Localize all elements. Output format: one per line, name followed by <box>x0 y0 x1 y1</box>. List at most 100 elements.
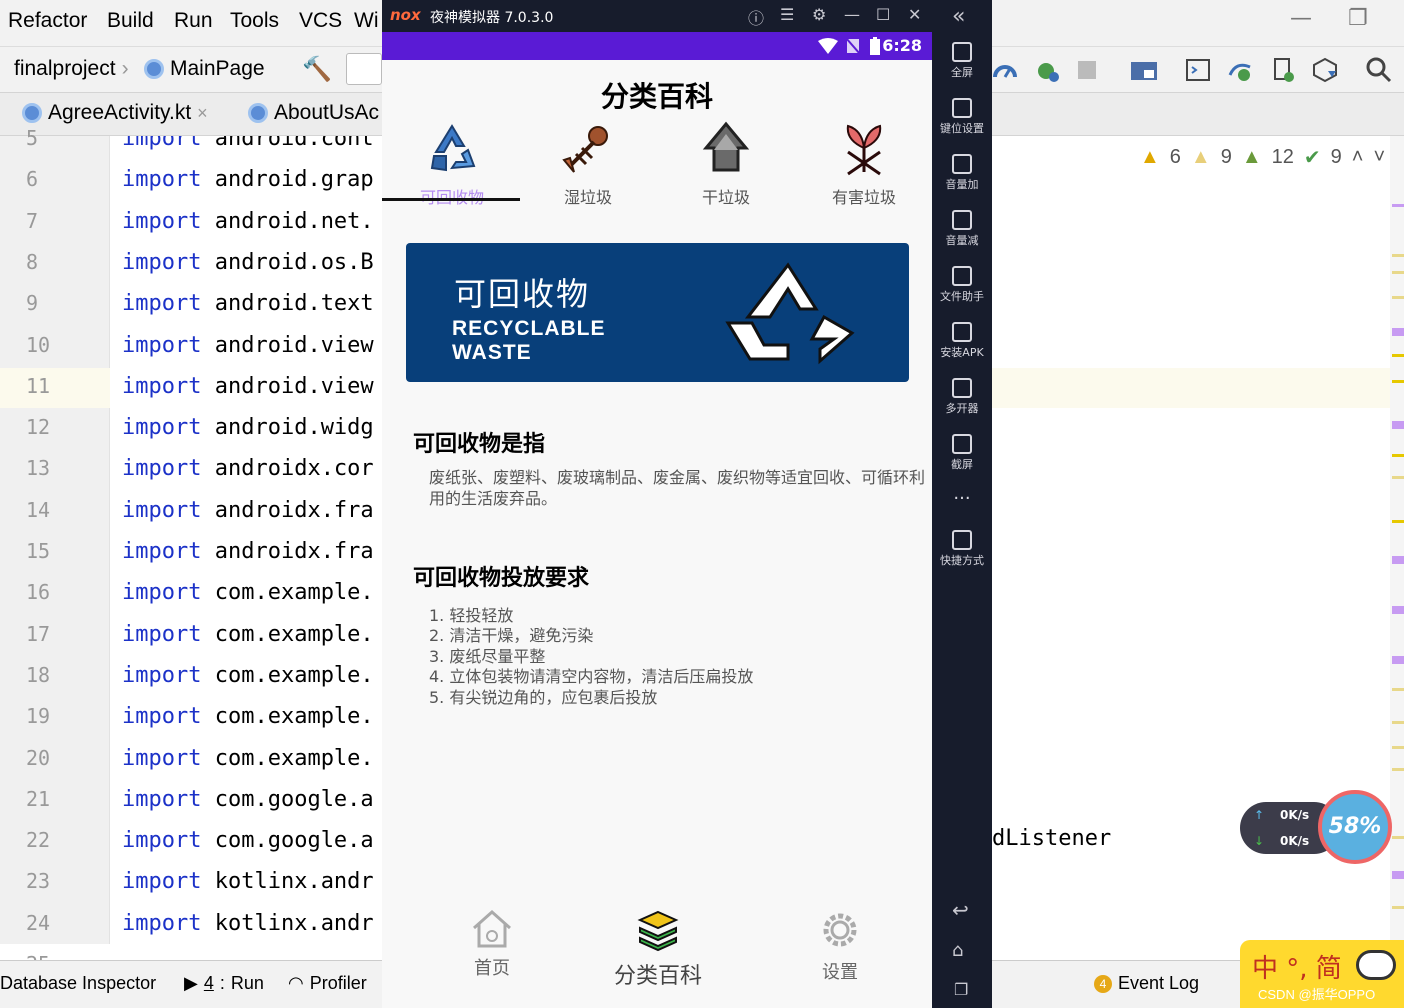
volume-up-button[interactable]: 音量加 <box>932 154 992 192</box>
recent-apps-icon[interactable]: ❐ <box>954 980 968 999</box>
code-text: kotlinx.andr <box>201 910 374 936</box>
restore-icon[interactable]: ❐ <box>1348 6 1368 31</box>
input-method-bar[interactable]: 中 °, 简 CSDN @振华OPPO <box>1240 940 1404 1008</box>
code-line: import androidx.cor <box>122 456 374 486</box>
run-tool-button[interactable]: ▶ 4: Run <box>184 973 264 994</box>
project-structure-icon[interactable] <box>1130 58 1158 82</box>
emulator-title: 夜神模拟器 7.0.3.0 <box>430 10 554 26</box>
menu-run[interactable]: Run <box>174 9 213 33</box>
volume-down-icon <box>952 210 972 230</box>
sidebar-label: 音量加 <box>945 178 979 191</box>
keyword: import <box>122 539 202 564</box>
sync-icon[interactable] <box>1226 57 1254 83</box>
current-line-highlight <box>992 368 1392 408</box>
chevron-up-icon[interactable]: ˄ <box>1352 146 1364 169</box>
code-text: androidx.fra <box>201 539 374 564</box>
debug-icon[interactable] <box>1034 57 1060 83</box>
line-number: 6 <box>26 167 39 192</box>
menu-icon[interactable]: ☰ <box>780 5 794 24</box>
settings-icon[interactable]: ⚙ <box>812 5 826 24</box>
tab-agree-activity[interactable]: AgreeActivity.kt × <box>22 101 208 125</box>
minimize-icon[interactable]: — <box>844 5 860 24</box>
fullscreen-icon <box>952 42 972 62</box>
network-speed-widget[interactable]: ↑ 0K/s ↓ 0K/s 58% <box>1240 790 1395 866</box>
more-button[interactable]: ··· <box>932 488 992 509</box>
emulator-sidebar: « 全屏 键位设置 音量加 音量减 文件助手 安装APK 多开器 截屏 ··· … <box>932 0 992 1008</box>
keyword: import <box>122 373 202 399</box>
maximize-icon[interactable]: ☐ <box>876 5 890 24</box>
menu-tools[interactable]: Tools <box>230 9 279 33</box>
line-number: 13 <box>26 456 51 481</box>
menu-build[interactable]: Build <box>107 9 154 33</box>
tab-label: AboutUsAc <box>274 101 380 124</box>
code-text: android.grap <box>201 167 374 193</box>
code-text: com.example. <box>201 745 374 771</box>
avd-manager-icon[interactable] <box>1270 57 1296 83</box>
volume-down-button[interactable]: 音量减 <box>932 210 992 248</box>
terminal-icon[interactable] <box>1186 59 1210 81</box>
hammer-icon[interactable]: 🔨 <box>302 55 332 83</box>
typo-count: 12 <box>1271 145 1294 168</box>
nav-encyclopedia[interactable]: 分类百科 <box>598 908 718 990</box>
close-icon[interactable]: × <box>197 103 208 124</box>
search-icon[interactable] <box>1366 57 1392 83</box>
sidebar-label: 截屏 <box>951 458 973 471</box>
keyword: import <box>122 332 202 358</box>
code-line: import android.view <box>122 333 374 363</box>
inspection-widget[interactable]: ▲ 6 ▲ 9 ▲ 12 ✔ 9 ˄ ˅ <box>1140 143 1385 171</box>
download-icon: ↓ <box>1254 834 1265 848</box>
minimize-icon[interactable]: — <box>1290 6 1312 31</box>
tab-hazardous-waste[interactable]: 有害垃圾 <box>804 120 924 207</box>
file-assistant-button[interactable]: 文件助手 <box>932 266 992 304</box>
code-fragment: dListener <box>992 826 1112 851</box>
close-icon[interactable]: ✕ <box>908 5 921 24</box>
upload-speed: 0K/s <box>1280 808 1310 822</box>
menu-refactor[interactable]: Refactor <box>8 9 87 33</box>
weak-warning-count: 9 <box>1220 145 1232 168</box>
breadcrumb-project[interactable]: finalproject › <box>14 57 129 81</box>
shortcut-button[interactable]: 快捷方式 <box>932 530 992 568</box>
keymap-button[interactable]: 键位设置 <box>932 98 992 136</box>
kotlin-file-icon <box>144 59 164 79</box>
multi-instance-button[interactable]: 多开器 <box>932 378 992 416</box>
fullscreen-button[interactable]: 全屏 <box>932 42 992 80</box>
code-line: import kotlinx.andr <box>122 869 374 899</box>
tab-wet-waste[interactable]: 湿垃圾 <box>528 120 648 207</box>
chevron-down-icon[interactable]: ˅ <box>1373 146 1385 169</box>
nav-settings[interactable]: 设置 <box>790 908 890 984</box>
sdk-manager-icon[interactable] <box>1312 57 1338 83</box>
help-icon[interactable]: ⓘ <box>748 5 764 29</box>
tab-label: 湿垃圾 <box>563 188 612 207</box>
collapse-icon[interactable]: « <box>952 4 965 29</box>
warning-count: 6 <box>1169 145 1181 168</box>
code-text: com.example. <box>201 580 374 606</box>
screenshot-button[interactable]: 截屏 <box>932 434 992 472</box>
download-speed: 0K/s <box>1280 834 1310 848</box>
profiler-button[interactable]: ◠ Profiler <box>288 973 367 994</box>
keyword: import <box>122 786 202 812</box>
keyword: import <box>122 208 202 234</box>
keyword: import <box>122 910 202 936</box>
event-log-button[interactable]: 4 Event Log <box>1094 973 1199 994</box>
install-apk-button[interactable]: 安装APK <box>932 322 992 360</box>
menu-window[interactable]: Wi <box>354 9 379 33</box>
tab-about-us[interactable]: AboutUsAc <box>248 101 379 125</box>
keyword: import <box>122 869 202 895</box>
back-icon[interactable]: ↩ <box>952 898 969 922</box>
code-line: import com.google.a <box>122 828 374 858</box>
code-editor[interactable]: import android.cont import android.grap im… <box>110 136 382 944</box>
stop-icon[interactable] <box>1078 61 1096 79</box>
home-icon[interactable]: ⌂ <box>952 940 963 961</box>
run-config-select[interactable] <box>346 53 382 85</box>
menu-vcs[interactable]: VCS <box>299 9 342 33</box>
code-line: import android.view <box>122 374 374 404</box>
tab-recyclable[interactable]: 可回收物 <box>392 120 512 207</box>
sidebar-label: 安装APK <box>940 346 984 359</box>
database-inspector-button[interactable]: Database Inspector <box>0 973 156 994</box>
profile-icon[interactable] <box>992 57 1018 83</box>
nav-home[interactable]: 首页 <box>442 908 542 980</box>
dry-waste-icon <box>702 121 750 172</box>
tab-dry-waste[interactable]: 干垃圾 <box>666 120 786 207</box>
breadcrumb-file[interactable]: MainPage <box>144 57 265 81</box>
banner-title: 可回收物 <box>454 275 591 313</box>
